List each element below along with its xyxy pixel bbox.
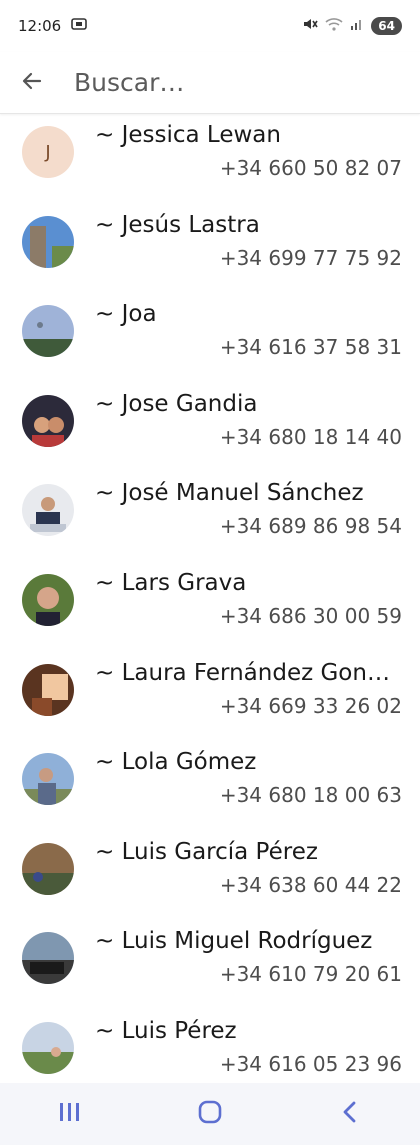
mute-icon <box>302 16 318 36</box>
contact-name: ~ José Manuel Sánchez <box>95 480 364 507</box>
contact-name: ~ Lola Gómez <box>95 749 257 776</box>
recent-apps-button[interactable] <box>40 1094 100 1134</box>
chevron-left-icon <box>340 1100 360 1128</box>
contact-row[interactable]: ~ Laura Fernández Gon… +34 669 33 26 02 <box>0 652 420 742</box>
avatar <box>22 215 74 268</box>
contact-phone: +34 616 37 58 31 <box>219 335 402 360</box>
recent-apps-icon <box>58 1101 82 1127</box>
contact-name: ~ Lars Grava <box>95 569 247 596</box>
search-input[interactable] <box>64 67 406 98</box>
avatar <box>22 1021 74 1074</box>
back-nav-button[interactable] <box>320 1094 380 1134</box>
contact-row[interactable]: ~ Lars Grava +34 686 30 00 59 <box>0 562 420 652</box>
avatar <box>22 842 74 895</box>
avatar: J <box>22 126 74 178</box>
contact-row[interactable]: ~ Joa +34 616 37 58 31 <box>0 293 420 383</box>
contact-list: J ~ Jessica Lewan +34 660 50 82 07 ~ Jes… <box>0 114 420 1100</box>
contact-row[interactable]: J ~ Jessica Lewan +34 660 50 82 07 <box>0 114 420 204</box>
contact-phone: +34 686 30 00 59 <box>219 603 402 628</box>
home-icon <box>197 1099 223 1129</box>
contact-name: ~ Laura Fernández Gon… <box>95 659 390 686</box>
signal-icon <box>350 17 364 35</box>
contact-name: ~ Jesús Lastra <box>95 211 260 238</box>
avatar <box>22 305 74 358</box>
avatar <box>22 394 74 447</box>
contact-phone: +34 689 86 98 54 <box>219 514 402 539</box>
contact-phone: +34 610 79 20 61 <box>219 962 402 987</box>
contact-name: ~ Luis Pérez <box>95 1017 237 1044</box>
avatar <box>22 573 74 626</box>
avatar <box>22 663 74 716</box>
arrow-left-icon <box>20 69 44 97</box>
avatar <box>22 753 74 806</box>
battery-indicator: 64 <box>371 17 402 35</box>
wifi-icon <box>325 16 343 36</box>
avatar <box>22 932 74 985</box>
contact-phone: +34 699 77 75 92 <box>219 245 402 270</box>
contact-row[interactable]: ~ José Manuel Sánchez +34 689 86 98 54 <box>0 472 420 562</box>
contact-name: ~ Luis García Pérez <box>95 838 318 865</box>
avatar <box>22 484 74 537</box>
home-button[interactable] <box>180 1094 240 1134</box>
contact-phone: +34 680 18 14 40 <box>219 424 402 449</box>
status-bar: 12:06 64 <box>0 0 420 52</box>
contact-name: ~ Jose Gandia <box>95 390 258 417</box>
search-bar <box>0 52 420 114</box>
navigation-bar <box>0 1083 420 1145</box>
back-button[interactable] <box>0 52 64 114</box>
contact-row[interactable]: ~ Jose Gandia +34 680 18 14 40 <box>0 383 420 473</box>
contact-name: ~ Luis Miguel Rodríguez <box>95 928 373 955</box>
contact-row[interactable]: ~ Jesús Lastra +34 699 77 75 92 <box>0 204 420 294</box>
contact-phone: +34 680 18 00 63 <box>219 783 402 808</box>
status-left: 12:06 <box>18 16 88 36</box>
contact-row[interactable]: ~ Luis Miguel Rodríguez +34 610 79 20 61 <box>0 920 420 1010</box>
contact-name: ~ Jessica Lewan <box>95 122 281 148</box>
contact-phone: +34 616 05 23 96 <box>219 1051 402 1076</box>
clock: 12:06 <box>18 17 62 35</box>
status-right: 64 <box>302 16 402 36</box>
screenshot-icon <box>71 16 88 36</box>
contact-phone: +34 638 60 44 22 <box>219 872 402 897</box>
contact-row[interactable]: ~ Luis García Pérez +34 638 60 44 22 <box>0 831 420 921</box>
contact-row[interactable]: ~ Lola Gómez +34 680 18 00 63 <box>0 741 420 831</box>
contact-phone: +34 669 33 26 02 <box>219 693 402 718</box>
contact-phone: +34 660 50 82 07 <box>219 156 402 180</box>
contact-name: ~ Joa <box>95 301 157 328</box>
